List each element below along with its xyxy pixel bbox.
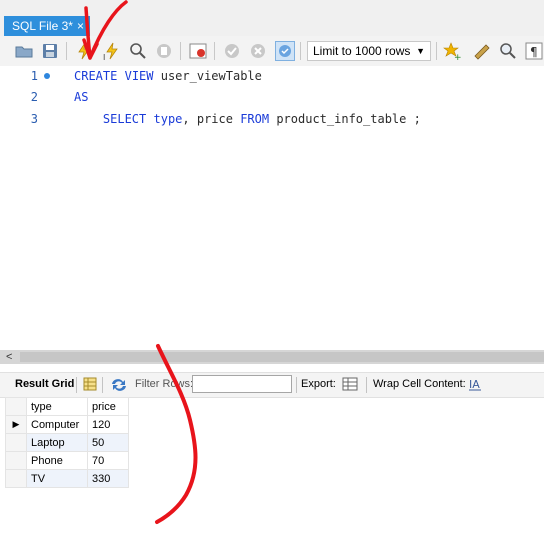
annotation-arrow-icon — [82, 0, 128, 60]
annotation-overlay — [82, 0, 198, 524]
annotation-curve — [155, 344, 198, 524]
